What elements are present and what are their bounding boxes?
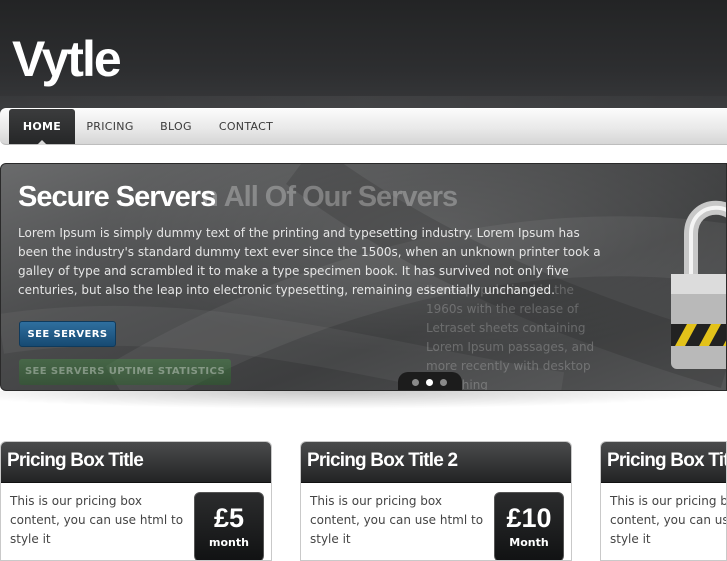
- pricing-box-text: This is our pricing box content, you can…: [610, 494, 726, 546]
- pricing-box-1: Pricing Box Title This is our pricing bo…: [0, 441, 272, 561]
- slider-dot-3[interactable]: [440, 379, 447, 386]
- nav-item-pricing[interactable]: PRICING: [78, 109, 142, 144]
- slider-dot-1[interactable]: [412, 379, 419, 386]
- site-header: Vytle: [0, 0, 727, 118]
- pricing-box-text: This is our pricing box content, you can…: [10, 494, 184, 546]
- pricing-box-2: Pricing Box Title 2 This is our pricing …: [300, 441, 572, 561]
- pricing-box-title: Pricing Box Title 3: [607, 450, 726, 471]
- slider-pager: [398, 372, 462, 390]
- main-nav: HOME PRICING BLOG CONTACT: [0, 108, 727, 145]
- nav-item-blog[interactable]: BLOG: [148, 109, 204, 144]
- price-amount: £10: [506, 503, 552, 533]
- pricing-box-title: Pricing Box Title: [7, 450, 144, 471]
- padlock-icon: [671, 200, 726, 369]
- see-servers-button[interactable]: SEE SERVERS: [19, 321, 116, 347]
- pricing-box-text: This is our pricing box content, you can…: [310, 494, 484, 546]
- price-tag[interactable]: £10 Month: [494, 492, 564, 560]
- uptime-stats-button[interactable]: SEE SERVERS UPTIME STATISTICS: [19, 359, 231, 385]
- pricing-box-title: Pricing Box Title 2: [307, 450, 458, 471]
- price-period: month: [209, 536, 249, 549]
- price-amount: £5: [213, 503, 245, 533]
- nav-item-contact[interactable]: CONTACT: [210, 109, 282, 144]
- slider-shadow: [0, 391, 727, 409]
- slide-title: Secure Servers: [18, 181, 216, 213]
- slider-dot-2[interactable]: [426, 379, 433, 386]
- hero-slider: n All Of Our Servers Secure Servers Lore…: [0, 163, 727, 391]
- price-tag[interactable]: £5 month: [194, 492, 264, 560]
- pricing-box-3: Pricing Box Title 3 This is our pricing …: [600, 441, 727, 561]
- price-period: Month: [509, 536, 549, 549]
- nav-item-home[interactable]: HOME: [9, 109, 75, 145]
- slide-title-ghost: n All Of Our Servers: [201, 181, 458, 213]
- site-logo[interactable]: Vytle: [12, 30, 122, 88]
